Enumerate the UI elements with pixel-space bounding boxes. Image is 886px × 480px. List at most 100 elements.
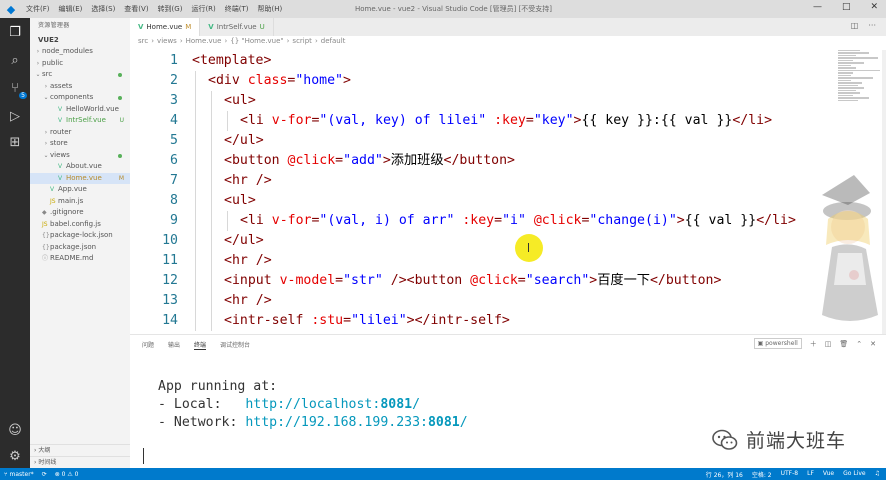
encoding[interactable]: UTF-8 [781, 470, 799, 479]
file-tree-item[interactable]: ⓘ README.md [30, 253, 130, 265]
code-editor[interactable]: 1 <template> 2 <div class="home"> 3 <ul> 4 <li … [130, 50, 836, 334]
file-tree-item[interactable]: V IntrSelf.vue U [30, 115, 130, 127]
minimap-line [838, 62, 865, 64]
split-editor-icon[interactable]: ◫ [851, 21, 859, 30]
breadcrumb-item[interactable]: default [321, 37, 346, 45]
editor-tab[interactable]: V IntrSelf.vue U [200, 18, 274, 36]
menu-item[interactable]: 查看(V) [124, 4, 148, 14]
end-of-line[interactable]: LF [807, 470, 814, 479]
terminal-cursor [143, 448, 151, 464]
code-line[interactable]: 14 <intr-self :stu="lilei"></intr-self> [130, 311, 836, 331]
notifications-bell-icon[interactable]: ♫ [875, 470, 880, 479]
menu-item[interactable]: 终端(T) [225, 4, 249, 14]
indent-guide [211, 191, 212, 211]
file-tree-item[interactable]: V About.vue [30, 161, 130, 173]
file-tree-item[interactable]: ⌄src [30, 69, 130, 81]
file-tree-item[interactable]: {}package-lock.json [30, 230, 130, 242]
file-tree-item[interactable]: JS main.js [30, 196, 130, 208]
file-tree-item[interactable]: › public [30, 58, 130, 70]
breadcrumb-item[interactable]: views [157, 37, 177, 45]
maximize-button[interactable]: □ [842, 2, 851, 12]
minimap-line [838, 82, 863, 84]
local-url-link[interactable]: http://localhost:8081/ [245, 397, 420, 412]
breadcrumb-item[interactable]: src [138, 37, 148, 45]
cursor-position[interactable]: 行 26，列 16 [706, 470, 743, 479]
breadcrumb-item[interactable]: {} "Home.vue" [230, 37, 283, 45]
code-line[interactable]: 8 <ul> [130, 191, 836, 211]
split-terminal-icon[interactable]: ◫ [825, 340, 832, 348]
panel-tab[interactable]: 输出 [168, 340, 180, 350]
line-number: 2 [170, 73, 178, 88]
code-token-tag: </ul> [224, 133, 264, 148]
code-token-tag: <li [240, 113, 272, 128]
file-tree-item[interactable]: › assets [30, 81, 130, 93]
file-tree-item[interactable]: › router [30, 127, 130, 139]
minimize-button[interactable]: — [813, 2, 822, 12]
code-line[interactable]: 12 <input v-model="str" /><button @click=… [130, 271, 836, 291]
editor-tab[interactable]: V Home.vue M [130, 18, 201, 36]
extensions-icon[interactable]: ⊞ [5, 132, 25, 152]
file-tree-item[interactable]: ◆ .gitignore [30, 207, 130, 219]
panel-tab[interactable]: 终端 [194, 340, 207, 350]
outline-section[interactable]: › 大纲 [30, 444, 130, 455]
indentation[interactable]: 空格: 2 [752, 470, 772, 479]
file-tree-item[interactable]: ⌄components [30, 92, 130, 104]
branch-indicator[interactable]: ⑂ master* [4, 471, 34, 478]
timeline-section[interactable]: › 时间线 [30, 456, 130, 467]
file-tree-item[interactable]: V HelloWorld.vue [30, 104, 130, 116]
close-panel-icon[interactable]: ✕ [870, 340, 876, 348]
file-tree-item[interactable]: {}package.json [30, 242, 130, 254]
network-url-link[interactable]: http://192.168.199.233:8081/ [245, 415, 467, 430]
menu-item[interactable]: 转到(G) [158, 4, 183, 14]
add-terminal-icon[interactable]: ＋ [810, 339, 817, 349]
terminal-select[interactable]: ▣ powershell [753, 338, 802, 349]
code-line[interactable]: 11 <hr /> [130, 251, 836, 271]
code-line[interactable]: 10 </ul> [130, 231, 836, 251]
panel-tab[interactable]: 问题 [142, 340, 154, 350]
account-icon[interactable]: ☺ [5, 420, 25, 440]
file-tree-item[interactable]: › store [30, 138, 130, 150]
code-line[interactable]: 2 <div class="home"> [130, 71, 836, 91]
language-mode[interactable]: Vue [823, 470, 834, 479]
code-line[interactable]: 1 <template> [130, 51, 836, 71]
project-folder[interactable]: VUE2 [30, 34, 130, 46]
explorer-icon[interactable]: ❐ [5, 22, 25, 42]
breadcrumb-item[interactable]: script [292, 37, 312, 45]
menu-item[interactable]: 运行(R) [191, 4, 215, 14]
editor-actions: ◫ ··· [851, 21, 876, 30]
menu-item[interactable]: 编辑(E) [59, 4, 83, 14]
menu-item[interactable]: 帮助(H) [258, 4, 283, 14]
code-line[interactable]: 4 <li v-for="(val, key) of lilei" :key="k… [130, 111, 836, 131]
go-live-button[interactable]: Go Live [843, 470, 865, 479]
code-line[interactable]: 5 </ul> [130, 131, 836, 151]
sync-icon[interactable]: ⟳ [42, 471, 47, 478]
minimap[interactable] [838, 50, 882, 110]
file-tree-item[interactable]: › node_modules [30, 46, 130, 58]
minimap-line [838, 57, 878, 59]
settings-gear-icon[interactable]: ⚙ [5, 446, 25, 466]
more-actions-icon[interactable]: ··· [868, 21, 876, 30]
file-tree-item[interactable]: V Home.vue M [30, 172, 130, 184]
problems-indicator[interactable]: ⊗ 0 ⚠ 0 [55, 471, 79, 478]
code-line[interactable]: 6 <button @click="add">添加班级</button> [130, 151, 836, 171]
file-tree-item[interactable]: JS babel.config.js [30, 219, 130, 231]
menu-item[interactable]: 选择(S) [91, 4, 115, 14]
maximize-panel-icon[interactable]: ⌃ [856, 340, 862, 348]
menu-item[interactable]: 文件(F) [26, 4, 50, 14]
line-number: 6 [170, 153, 178, 168]
code-line[interactable]: 13 <hr /> [130, 291, 836, 311]
code-token-tag: <button [224, 153, 288, 168]
run-debug-icon[interactable]: ▷ [5, 106, 25, 126]
kill-terminal-icon[interactable]: 🗑 [839, 340, 848, 348]
minimap-line [838, 67, 856, 69]
search-icon[interactable]: ⌕ [5, 50, 25, 70]
panel-tab[interactable]: 调试控制台 [220, 340, 250, 350]
code-line[interactable]: 9 <li v-for="(val, i) of arr" :key="i" @c… [130, 211, 836, 231]
file-tree-item[interactable]: ⌄views [30, 150, 130, 162]
breadcrumb-item[interactable]: Home.vue [186, 37, 222, 45]
source-control-icon[interactable]: ⑂ 5 [5, 78, 27, 99]
close-button[interactable]: ✕ [870, 2, 878, 12]
code-line[interactable]: 3 <ul> [130, 91, 836, 111]
code-line[interactable]: 7 <hr /> [130, 171, 836, 191]
file-tree-item[interactable]: V App.vue [30, 184, 130, 196]
